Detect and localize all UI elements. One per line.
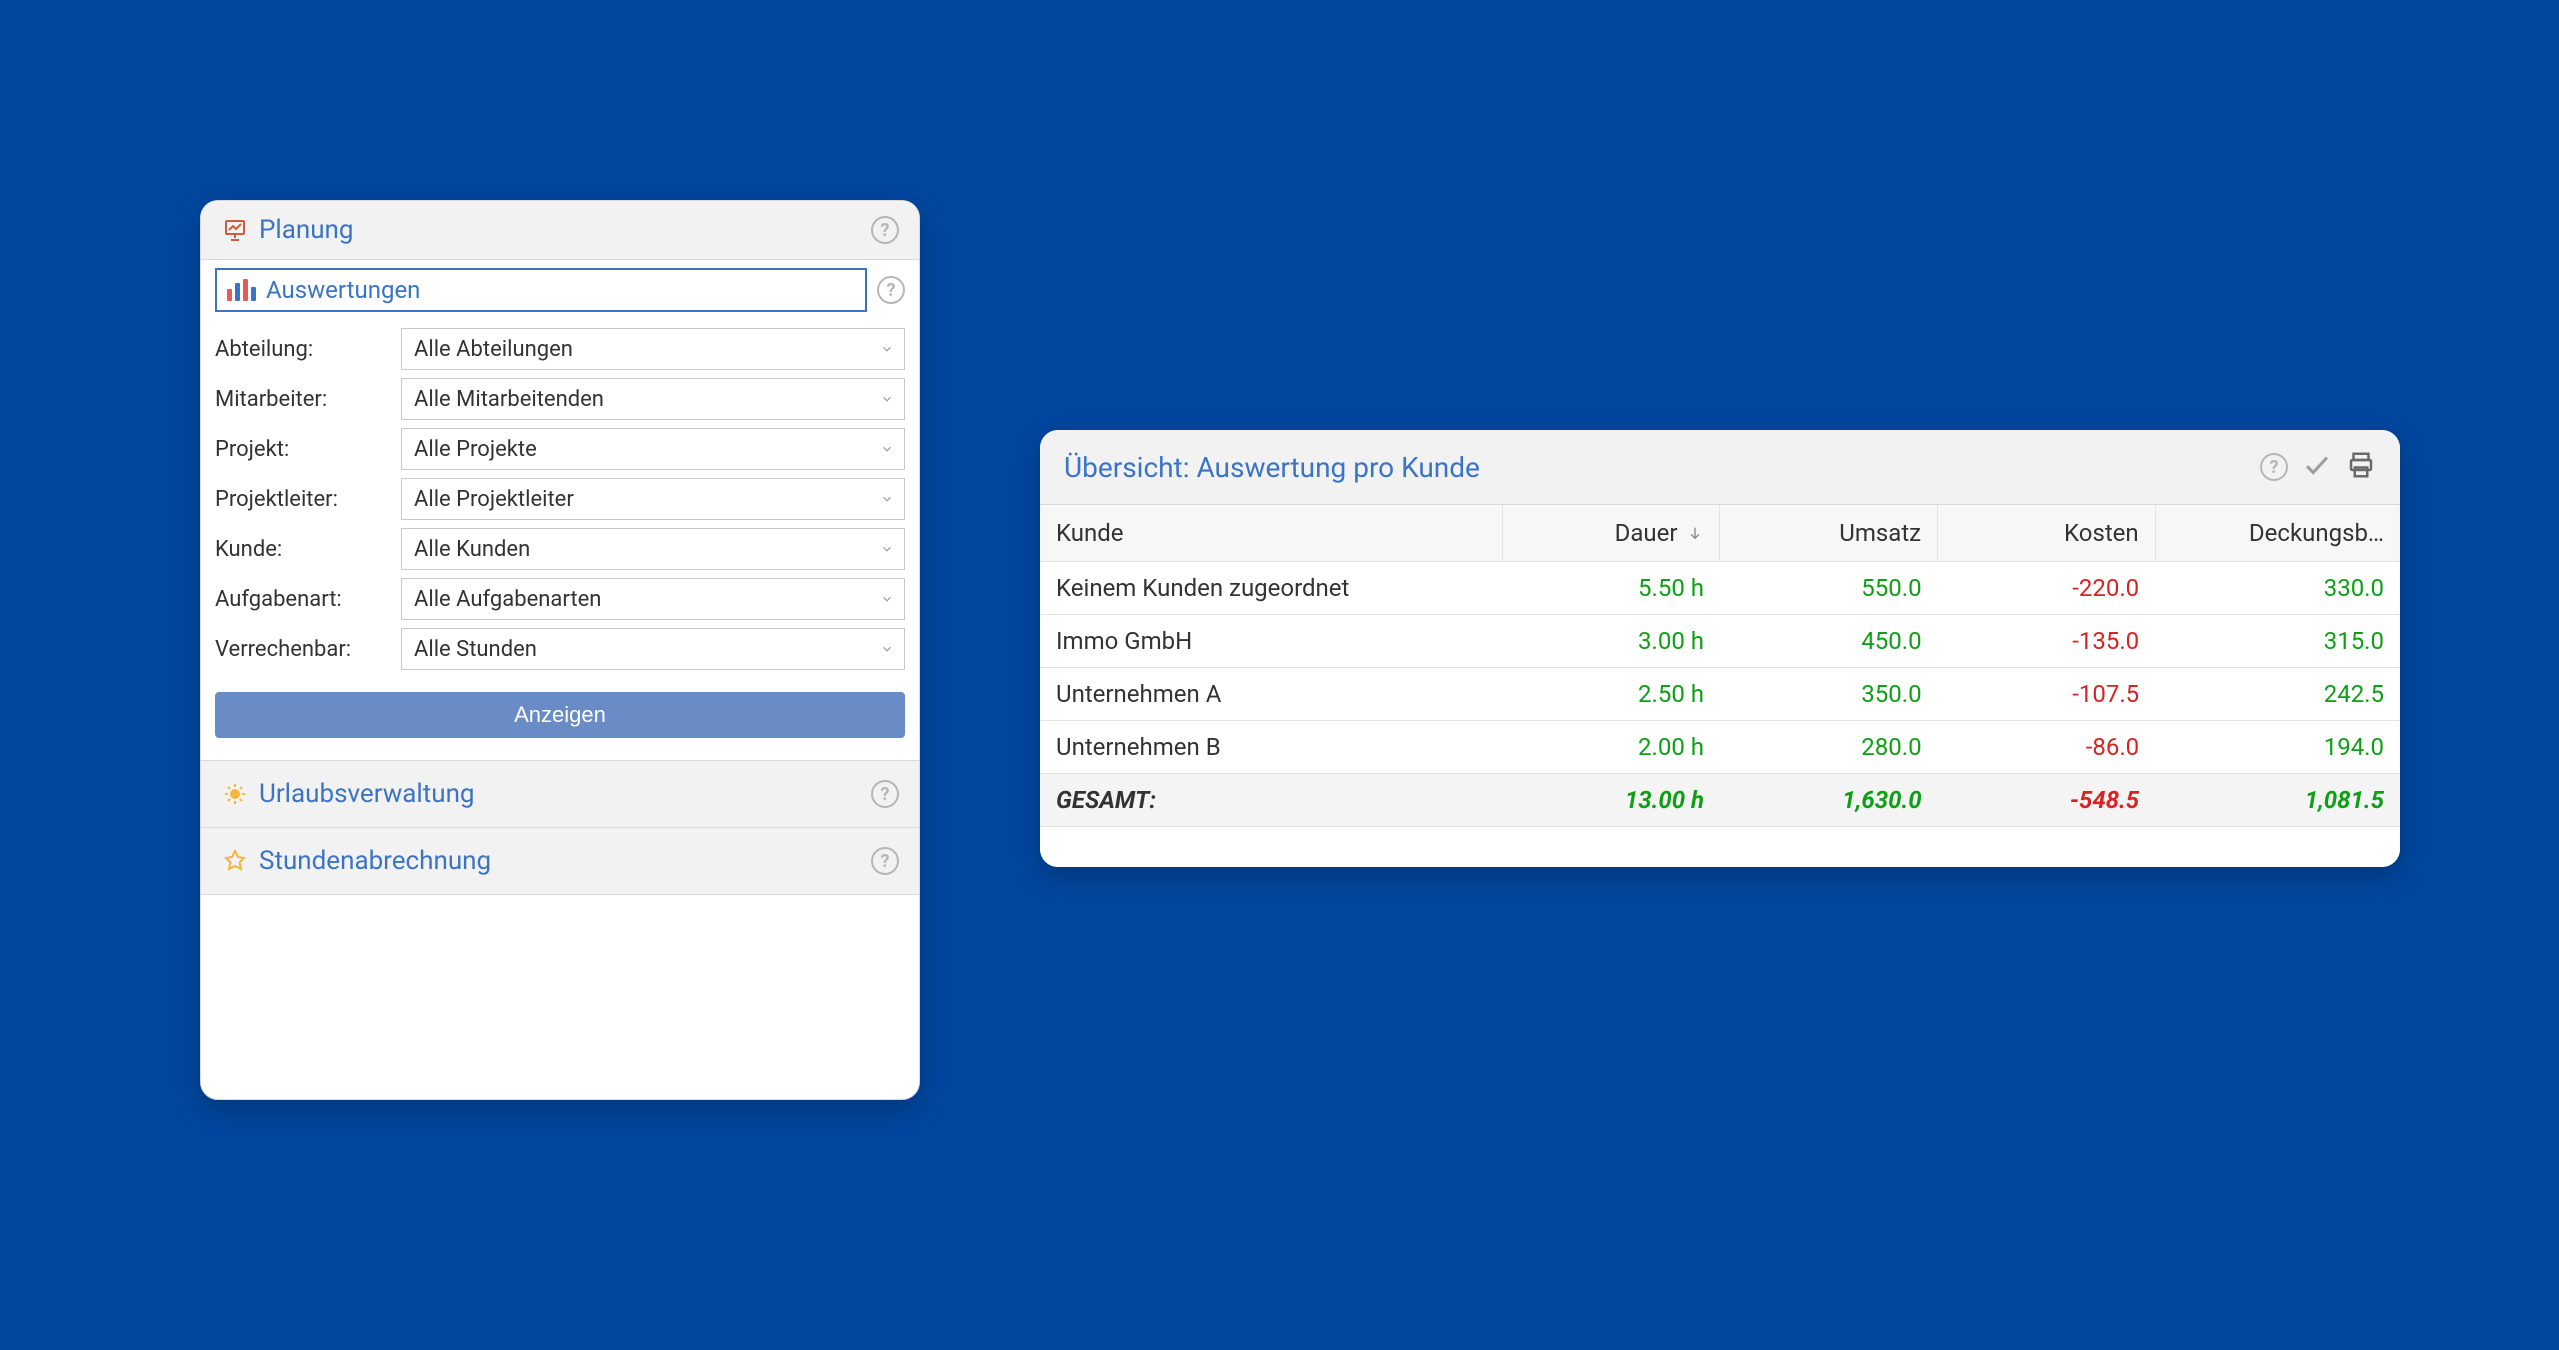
filter-value-abteilung: Alle Abteilungen: [414, 337, 573, 362]
cell-umsatz: 350.0: [1720, 668, 1938, 721]
cell-kosten: -220.0: [1938, 562, 2156, 615]
evaluations-tab[interactable]: Auswertungen: [215, 268, 867, 312]
panel-spacer: [201, 895, 919, 935]
filter-label-projekt: Projekt:: [215, 437, 395, 462]
help-icon[interactable]: ?: [2260, 453, 2288, 481]
col-kunde[interactable]: Kunde: [1040, 505, 1502, 562]
panel-spacer: [1040, 827, 2400, 867]
cell-deckung: 315.0: [2155, 615, 2400, 668]
filter-value-mitarbeiter: Alle Mitarbeitenden: [414, 387, 604, 412]
chevron-down-icon: [880, 642, 894, 656]
sidebar-section-billing[interactable]: Stundenabrechnung ?: [201, 828, 919, 895]
total-deckung: 1,081.5: [2155, 774, 2400, 827]
filter-label-aufgabenart: Aufgabenart:: [215, 587, 395, 612]
cell-umsatz: 550.0: [1720, 562, 1938, 615]
filter-label-mitarbeiter: Mitarbeiter:: [215, 387, 395, 412]
table-row[interactable]: Keinem Kunden zugeordnet 5.50 h 550.0 -2…: [1040, 562, 2400, 615]
filter-select-verrechenbar[interactable]: Alle Stunden: [401, 628, 905, 670]
cell-dauer: 2.00 h: [1502, 721, 1720, 774]
total-label: GESAMT:: [1040, 774, 1502, 827]
vacation-title: Urlaubsverwaltung: [259, 779, 871, 809]
report-title: Übersicht: Auswertung pro Kunde: [1064, 451, 2260, 484]
billing-title: Stundenabrechnung: [259, 846, 871, 876]
total-dauer: 13.00 h: [1502, 774, 1720, 827]
help-icon[interactable]: ?: [871, 780, 899, 808]
chevron-down-icon: [880, 592, 894, 606]
table-row[interactable]: Unternehmen B 2.00 h 280.0 -86.0 194.0: [1040, 721, 2400, 774]
col-dauer[interactable]: Dauer: [1502, 505, 1720, 562]
cell-umsatz: 280.0: [1720, 721, 1938, 774]
check-icon[interactable]: [2302, 450, 2332, 484]
col-deckung[interactable]: Deckungsb…: [2155, 505, 2400, 562]
cell-deckung: 194.0: [2155, 721, 2400, 774]
filter-label-kunde: Kunde:: [215, 537, 395, 562]
evaluations-title: Auswertungen: [266, 276, 420, 304]
help-icon[interactable]: ?: [871, 216, 899, 244]
chart-presentation-icon: [221, 216, 249, 244]
bar-chart-icon: [227, 279, 256, 301]
sort-desc-icon: [1687, 519, 1703, 547]
chevron-down-icon: [880, 492, 894, 506]
filter-label-abteilung: Abteilung:: [215, 337, 395, 362]
help-icon[interactable]: ?: [877, 276, 905, 304]
report-header: Übersicht: Auswertung pro Kunde ?: [1040, 430, 2400, 505]
badge-icon: [221, 847, 249, 875]
sidebar-section-planning[interactable]: Planung ?: [201, 201, 919, 260]
cell-kosten: -107.5: [1938, 668, 2156, 721]
help-icon[interactable]: ?: [871, 847, 899, 875]
filter-label-projektleiter: Projektleiter:: [215, 487, 395, 512]
sidebar-section-evaluations: Auswertungen ? Abteilung: Alle Abteilung…: [201, 260, 919, 761]
print-icon[interactable]: [2346, 450, 2376, 484]
cell-dauer: 3.00 h: [1502, 615, 1720, 668]
cell-deckung: 242.5: [2155, 668, 2400, 721]
filter-select-mitarbeiter[interactable]: Alle Mitarbeitenden: [401, 378, 905, 420]
chevron-down-icon: [880, 342, 894, 356]
col-kosten[interactable]: Kosten: [1938, 505, 2156, 562]
sidebar-panel: Planung ? Auswertungen ? Abteilung: Alle…: [200, 200, 920, 1100]
chevron-down-icon: [880, 392, 894, 406]
filter-select-aufgabenart[interactable]: Alle Aufgabenarten: [401, 578, 905, 620]
filter-value-kunde: Alle Kunden: [414, 537, 530, 562]
table-row[interactable]: Unternehmen A 2.50 h 350.0 -107.5 242.5: [1040, 668, 2400, 721]
filter-select-projekt[interactable]: Alle Projekte: [401, 428, 905, 470]
cell-kosten: -86.0: [1938, 721, 2156, 774]
cell-kunde: Unternehmen A: [1040, 668, 1502, 721]
filter-label-verrechenbar: Verrechenbar:: [215, 637, 395, 662]
sun-icon: [221, 780, 249, 808]
cell-deckung: 330.0: [2155, 562, 2400, 615]
chevron-down-icon: [880, 542, 894, 556]
total-kosten: -548.5: [1938, 774, 2156, 827]
total-umsatz: 1,630.0: [1720, 774, 1938, 827]
report-panel: Übersicht: Auswertung pro Kunde ? Kunde …: [1040, 430, 2400, 867]
cell-kunde: Immo GmbH: [1040, 615, 1502, 668]
cell-umsatz: 450.0: [1720, 615, 1938, 668]
cell-dauer: 5.50 h: [1502, 562, 1720, 615]
col-umsatz[interactable]: Umsatz: [1720, 505, 1938, 562]
sidebar-section-vacation[interactable]: Urlaubsverwaltung ?: [201, 761, 919, 828]
cell-dauer: 2.50 h: [1502, 668, 1720, 721]
filter-value-projekt: Alle Projekte: [414, 437, 537, 462]
table-row[interactable]: Immo GmbH 3.00 h 450.0 -135.0 315.0: [1040, 615, 2400, 668]
planning-title: Planung: [259, 215, 871, 245]
cell-kunde: Keinem Kunden zugeordnet: [1040, 562, 1502, 615]
chevron-down-icon: [880, 442, 894, 456]
filter-value-aufgabenart: Alle Aufgabenarten: [414, 587, 601, 612]
filter-select-kunde[interactable]: Alle Kunden: [401, 528, 905, 570]
table-total-row: GESAMT: 13.00 h 1,630.0 -548.5 1,081.5: [1040, 774, 2400, 827]
cell-kunde: Unternehmen B: [1040, 721, 1502, 774]
anzeigen-button[interactable]: Anzeigen: [215, 692, 905, 738]
report-table: Kunde Dauer Umsatz Kosten Deckungsb… Kei…: [1040, 505, 2400, 827]
filter-select-abteilung[interactable]: Alle Abteilungen: [401, 328, 905, 370]
filter-value-verrechenbar: Alle Stunden: [414, 637, 537, 662]
filter-value-projektleiter: Alle Projektleiter: [414, 487, 574, 512]
cell-kosten: -135.0: [1938, 615, 2156, 668]
filter-select-projektleiter[interactable]: Alle Projektleiter: [401, 478, 905, 520]
